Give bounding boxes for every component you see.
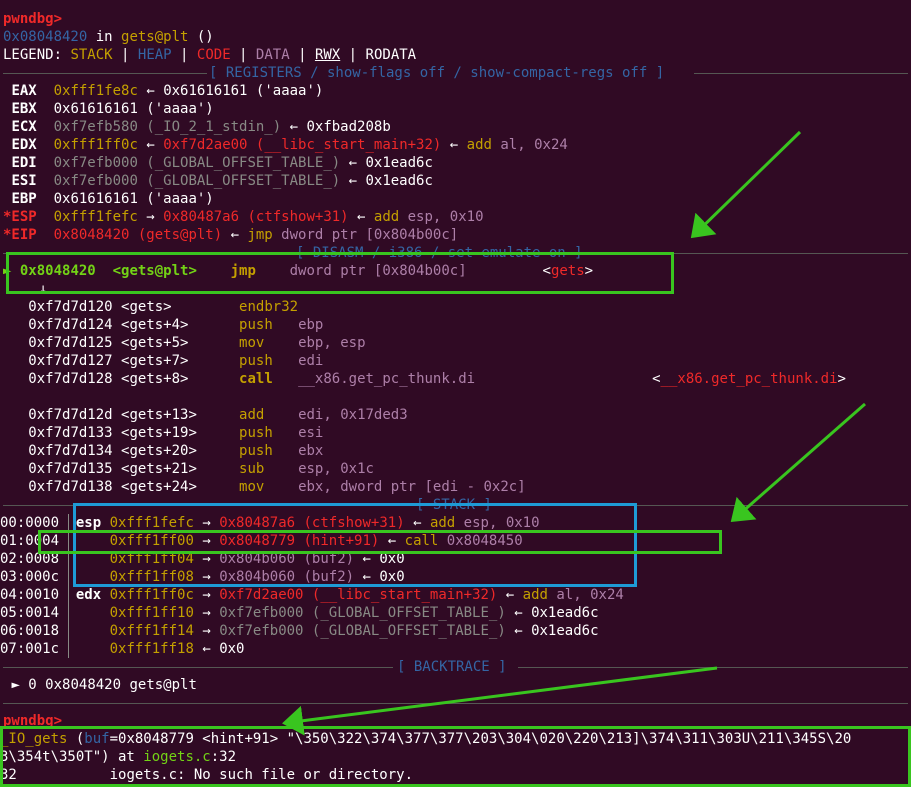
terminal-window: { "prompt": "pwndbg>", "loc": {"addr": "… bbox=[0, 0, 911, 787]
annotation-arrow bbox=[690, 130, 802, 239]
annotation-arrow bbox=[282, 666, 718, 736]
annotation-arrows bbox=[282, 130, 866, 736]
annotation-arrow bbox=[730, 402, 866, 522]
